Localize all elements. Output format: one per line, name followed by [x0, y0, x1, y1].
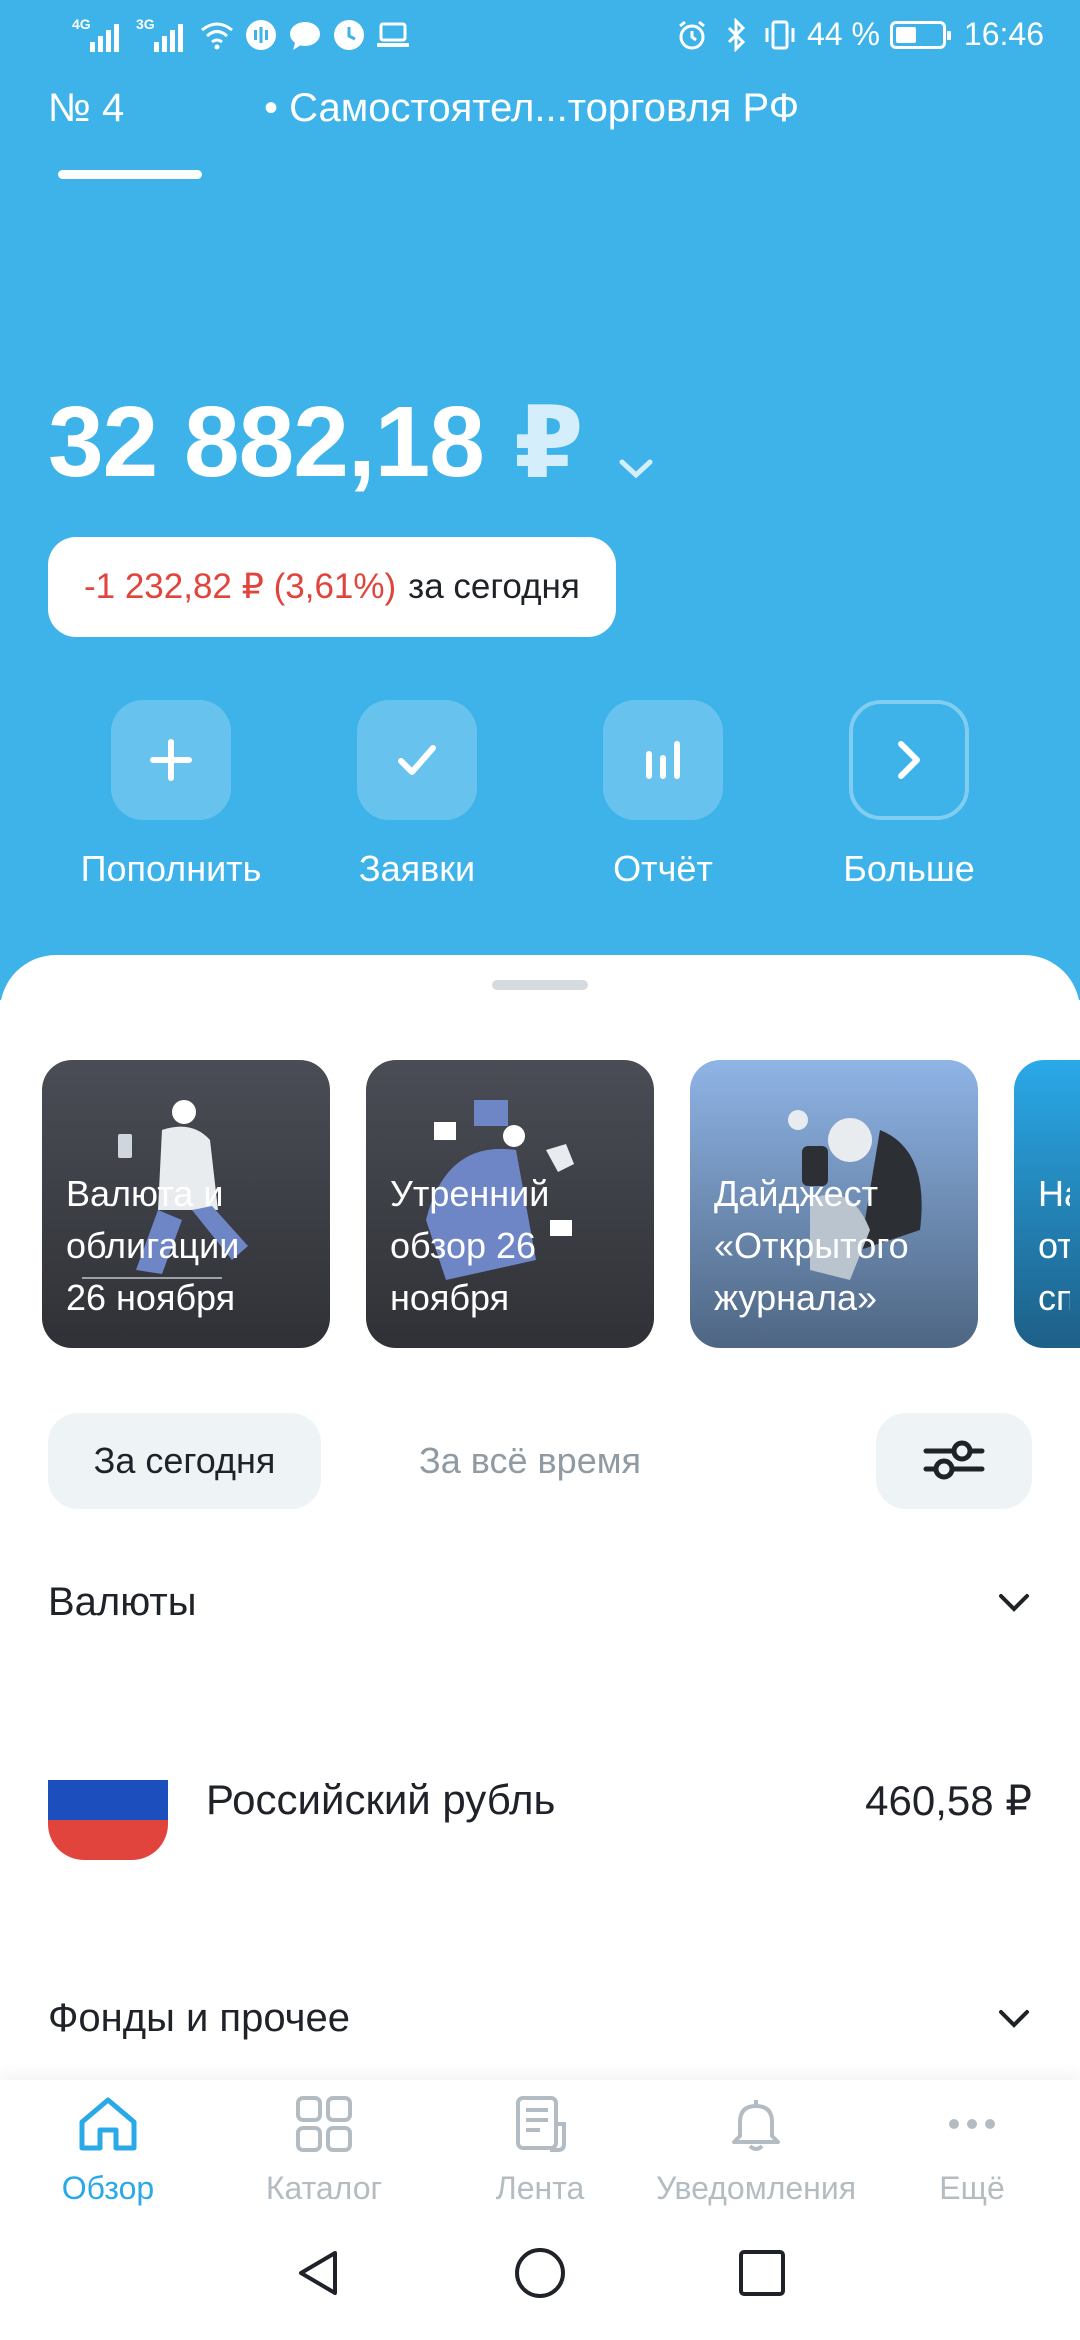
topup-label: Пополнить	[80, 848, 262, 889]
story-line: Утренний	[390, 1173, 550, 1214]
chevron-down-icon	[996, 1996, 1032, 2041]
check-icon	[357, 700, 477, 820]
message-icon	[288, 18, 322, 52]
story-line: сп	[1038, 1277, 1070, 1318]
nav-label: Уведомления	[655, 2170, 857, 2206]
bottom-navigation: Обзор Каталог Лента Уведомления Ещё	[0, 2080, 1080, 2210]
asset-amount: 460,58 ₽	[865, 1776, 1032, 1824]
bell-icon	[726, 2094, 786, 2162]
nav-feed[interactable]: Лента	[432, 2080, 648, 2210]
filter-settings-button[interactable]	[876, 1413, 1032, 1509]
asset-name: Российский рубль	[206, 1776, 556, 1823]
story-line: 26 ноября	[66, 1277, 236, 1318]
vibrate-icon	[763, 18, 797, 52]
signal-3g-icon: 3G	[136, 16, 190, 52]
chevron-down-icon[interactable]	[618, 390, 654, 505]
story-partial[interactable]: На от сп	[1014, 1060, 1080, 1348]
tab-account-self[interactable]: • Самостоятел...торговля РФ	[264, 86, 799, 131]
recents-icon[interactable]	[737, 2248, 787, 2303]
chevron-right-icon	[849, 700, 969, 820]
nav-label: Обзор	[61, 2170, 155, 2206]
story-digest[interactable]: Дайджест «Открытого журнала»	[690, 1060, 978, 1348]
alarm-app-icon	[332, 18, 366, 52]
story-morning-review[interactable]: Утренний обзор 26 ноября	[366, 1060, 654, 1348]
report-label: Отчёт	[613, 848, 713, 889]
story-line: На	[1038, 1173, 1070, 1214]
nav-overview[interactable]: Обзор	[0, 2080, 216, 2210]
nav-label: Лента	[495, 2170, 585, 2206]
more-actions-button[interactable]: Больше	[789, 700, 1029, 890]
voice-app-icon	[244, 18, 278, 52]
grid-icon	[294, 2094, 354, 2162]
signal-4g-icon: 4G	[72, 16, 126, 52]
story-currency-bonds[interactable]: Валюта и облигации 26 ноября	[42, 1060, 330, 1348]
story-line: Дайджест	[714, 1173, 879, 1214]
nav-label: Каталог	[265, 2170, 383, 2206]
story-line: облигации	[66, 1225, 240, 1266]
feed-icon	[510, 2094, 570, 2162]
asset-row-rub[interactable]: Российский рубль 460,58 ₽	[48, 1740, 1032, 1860]
period-all-time-button[interactable]: За всё время	[380, 1413, 680, 1509]
sliders-icon	[922, 1435, 986, 1488]
story-line: от	[1038, 1225, 1070, 1266]
nav-catalog[interactable]: Каталог	[216, 2080, 432, 2210]
wifi-icon	[200, 18, 234, 52]
story-line: обзор 26	[390, 1225, 537, 1266]
section-currencies[interactable]: Валюты	[48, 1580, 1032, 1625]
home-icon	[76, 2094, 140, 2162]
nav-more[interactable]: Ещё	[864, 2080, 1080, 2210]
chevron-down-icon	[996, 1580, 1032, 1625]
orders-label: Заявки	[358, 848, 476, 889]
sheet-drag-handle[interactable]	[492, 980, 588, 990]
bluetooth-icon	[719, 17, 753, 52]
balance-amount: 32 882,18	[48, 386, 485, 498]
balance-currency: ₽	[513, 387, 584, 499]
period-today-button[interactable]: За сегодня	[48, 1413, 321, 1509]
status-bar: 4G 3G 44 % 16:46	[0, 0, 1080, 72]
battery-percent: 44 %	[806, 16, 880, 52]
nav-label: Ещё	[939, 2170, 1005, 2206]
daily-change-value: -1 232,82 ₽ (3,61%)	[84, 567, 397, 606]
story-line: «Открытого	[714, 1225, 909, 1266]
battery-icon	[889, 20, 951, 49]
daily-change-badge: -1 232,82 ₽ (3,61%) за сегодня	[48, 537, 616, 637]
topup-button[interactable]: Пополнить	[51, 700, 291, 890]
system-navigation-bar	[0, 2210, 1080, 2340]
nav-notifications[interactable]: Уведомления	[648, 2080, 864, 2210]
orders-button[interactable]: Заявки	[297, 700, 537, 890]
section-funds[interactable]: Фонды и прочее	[48, 1996, 1032, 2041]
laptop-icon	[376, 18, 410, 52]
story-line: журнала»	[714, 1277, 878, 1318]
home-circle-icon[interactable]	[513, 2246, 567, 2305]
section-title: Фонды и прочее	[48, 1996, 351, 2040]
back-icon[interactable]	[293, 2247, 343, 2304]
bar-chart-icon	[603, 700, 723, 820]
active-tab-indicator	[58, 170, 202, 179]
plus-icon	[111, 700, 231, 820]
russia-flag-icon	[48, 1740, 168, 1860]
clock: 16:46	[963, 16, 1044, 52]
daily-change-label: за сегодня	[408, 567, 580, 606]
story-line: ноября	[390, 1277, 510, 1318]
tab-account-4[interactable]: № 4	[48, 86, 124, 131]
section-title: Валюты	[48, 1580, 197, 1624]
report-button[interactable]: Отчёт	[543, 700, 783, 890]
alarm-icon	[675, 18, 709, 52]
more-dots-icon	[942, 2094, 1002, 2162]
story-line: Валюта и	[66, 1173, 224, 1214]
portfolio-balance[interactable]: 32 882,18 ₽	[48, 380, 654, 505]
more-actions-label: Больше	[843, 848, 975, 889]
